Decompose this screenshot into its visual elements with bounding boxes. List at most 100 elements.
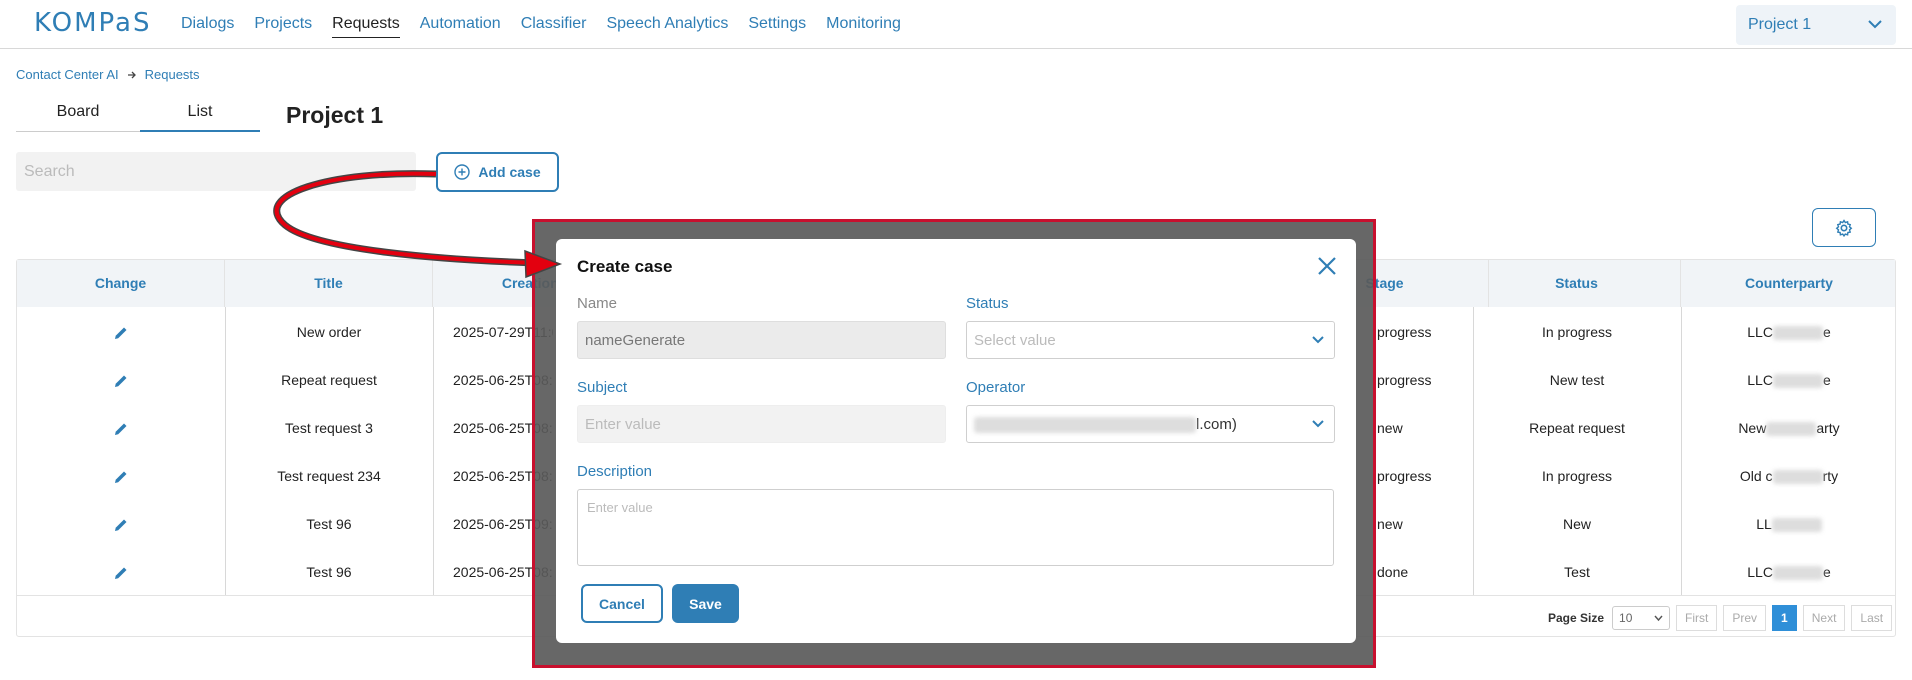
kompas-logo[interactable]: KOMPaS bbox=[34, 8, 151, 38]
tab-board[interactable]: Board bbox=[16, 103, 140, 132]
column-divider bbox=[433, 307, 434, 595]
pager-last[interactable]: Last bbox=[1851, 605, 1893, 631]
cell-counterparty: Old c rty bbox=[1681, 452, 1897, 500]
cell-stage: done bbox=[1377, 564, 1409, 580]
table-settings-button[interactable] bbox=[1812, 208, 1876, 247]
nav-monitoring[interactable]: Monitoring bbox=[826, 15, 901, 38]
nav-speech-analytics[interactable]: Speech Analytics bbox=[606, 15, 728, 38]
subject-input[interactable]: Enter value bbox=[577, 405, 946, 443]
counterparty-prefix: LLC bbox=[1747, 324, 1773, 340]
pager-first[interactable]: First bbox=[1676, 605, 1718, 631]
cell-stage: progress bbox=[1377, 324, 1432, 340]
project-selector[interactable]: Project 1 bbox=[1736, 5, 1896, 45]
add-case-label: Add case bbox=[478, 164, 541, 180]
counterparty-prefix: LLC bbox=[1747, 372, 1773, 388]
description-label: Description bbox=[577, 463, 653, 480]
counterparty-suffix: arty bbox=[1816, 420, 1840, 436]
breadcrumb-current[interactable]: Requests bbox=[145, 67, 200, 82]
nav-dialogs[interactable]: Dialogs bbox=[181, 15, 234, 38]
name-field: nameGenerate bbox=[577, 321, 946, 359]
counterparty-prefix: LL bbox=[1756, 516, 1772, 532]
breadcrumb-root[interactable]: Contact Center AI bbox=[16, 67, 119, 82]
edit-cell[interactable] bbox=[17, 500, 225, 548]
top-navbar: KOMPaS Dialogs Projects Requests Automat… bbox=[0, 0, 1912, 49]
nav-projects[interactable]: Projects bbox=[254, 15, 312, 38]
counterparty-prefix: Old c bbox=[1739, 468, 1773, 484]
chevron-down-icon bbox=[1654, 615, 1663, 622]
chevron-down-icon bbox=[1868, 20, 1882, 29]
cell-stage: progress bbox=[1377, 372, 1432, 388]
edit-cell[interactable] bbox=[17, 404, 225, 452]
name-label: Name bbox=[577, 295, 618, 312]
redacted-text bbox=[1772, 374, 1823, 389]
pencil-icon[interactable] bbox=[113, 421, 129, 437]
redacted-text bbox=[1772, 566, 1823, 581]
close-icon[interactable] bbox=[1316, 255, 1338, 277]
pencil-icon[interactable] bbox=[113, 469, 129, 485]
header-change[interactable]: Change bbox=[17, 260, 225, 307]
save-button[interactable]: Save bbox=[672, 584, 739, 623]
page-size-label: Page Size bbox=[1548, 611, 1605, 625]
operator-label: Operator bbox=[966, 379, 1026, 396]
operator-value: l.com) bbox=[1196, 416, 1237, 433]
cell-title: Repeat request bbox=[281, 372, 377, 388]
cell-title: Test request 3 bbox=[285, 420, 373, 436]
add-case-button[interactable]: Add case bbox=[436, 152, 559, 192]
pager-current-page[interactable]: 1 bbox=[1772, 605, 1797, 631]
nav-classifier[interactable]: Classifier bbox=[521, 15, 587, 38]
cell-title: Test 96 bbox=[306, 516, 352, 532]
create-case-modal: Create case Name nameGenerate Status Sel… bbox=[556, 239, 1356, 643]
cell-counterparty: LL bbox=[1681, 500, 1897, 548]
nav-requests[interactable]: Requests bbox=[332, 15, 400, 38]
cell-title: Test request 234 bbox=[277, 468, 381, 484]
description-textarea[interactable]: Enter value bbox=[577, 489, 1334, 566]
header-status[interactable]: Status bbox=[1473, 260, 1681, 307]
nav-automation[interactable]: Automation bbox=[420, 15, 501, 38]
edit-cell[interactable] bbox=[17, 308, 225, 356]
cancel-button[interactable]: Cancel bbox=[581, 584, 663, 623]
cell-counterparty: LLC e bbox=[1681, 548, 1897, 596]
counterparty-suffix: rty bbox=[1822, 468, 1839, 484]
status-select[interactable]: Select value bbox=[966, 321, 1335, 359]
cell-title: Test 96 bbox=[306, 564, 352, 580]
pencil-icon[interactable] bbox=[113, 565, 129, 581]
breadcrumb: Contact Center AI Requests bbox=[16, 67, 200, 82]
pencil-icon[interactable] bbox=[113, 373, 129, 389]
main-nav: Dialogs Projects Requests Automation Cla… bbox=[181, 15, 921, 38]
pagination: Page Size 10 First Prev 1 Next Last bbox=[1548, 605, 1893, 631]
header-counterparty[interactable]: Counterparty bbox=[1681, 260, 1897, 307]
counterparty-suffix: e bbox=[1822, 564, 1831, 580]
pencil-icon[interactable] bbox=[113, 325, 129, 341]
pager-next[interactable]: Next bbox=[1802, 605, 1846, 631]
redacted-text bbox=[1772, 470, 1823, 485]
counterparty-prefix: New bbox=[1738, 420, 1767, 436]
header-title[interactable]: Title bbox=[225, 260, 433, 307]
pager-prev[interactable]: Prev bbox=[1723, 605, 1767, 631]
counterparty-suffix: e bbox=[1822, 324, 1831, 340]
page-title: Project 1 bbox=[286, 102, 384, 128]
counterparty-prefix: LLC bbox=[1747, 564, 1773, 580]
project-selector-value: Project 1 bbox=[1748, 16, 1812, 33]
operator-select[interactable]: l.com) bbox=[966, 405, 1335, 443]
nav-settings[interactable]: Settings bbox=[748, 15, 806, 38]
modal-title: Create case bbox=[577, 257, 673, 276]
edit-cell[interactable] bbox=[17, 548, 225, 596]
cell-status: In progress bbox=[1541, 324, 1613, 340]
chevron-down-icon bbox=[1312, 420, 1324, 428]
search-input[interactable] bbox=[16, 152, 416, 191]
page-size-select[interactable]: 10 bbox=[1612, 606, 1671, 630]
subject-label: Subject bbox=[577, 379, 628, 396]
status-placeholder: Select value bbox=[974, 332, 1056, 349]
redacted-text bbox=[1766, 422, 1817, 437]
redacted-text bbox=[1772, 326, 1823, 341]
cell-status: New test bbox=[1549, 372, 1605, 388]
cell-title: New order bbox=[296, 324, 362, 340]
edit-cell[interactable] bbox=[17, 452, 225, 500]
chevron-down-icon bbox=[1312, 336, 1324, 344]
counterparty-suffix: e bbox=[1822, 372, 1831, 388]
cell-counterparty: LLC e bbox=[1681, 308, 1897, 356]
edit-cell[interactable] bbox=[17, 356, 225, 404]
cell-counterparty: LLC e bbox=[1681, 356, 1897, 404]
pencil-icon[interactable] bbox=[113, 517, 129, 533]
tab-list[interactable]: List bbox=[140, 103, 260, 132]
